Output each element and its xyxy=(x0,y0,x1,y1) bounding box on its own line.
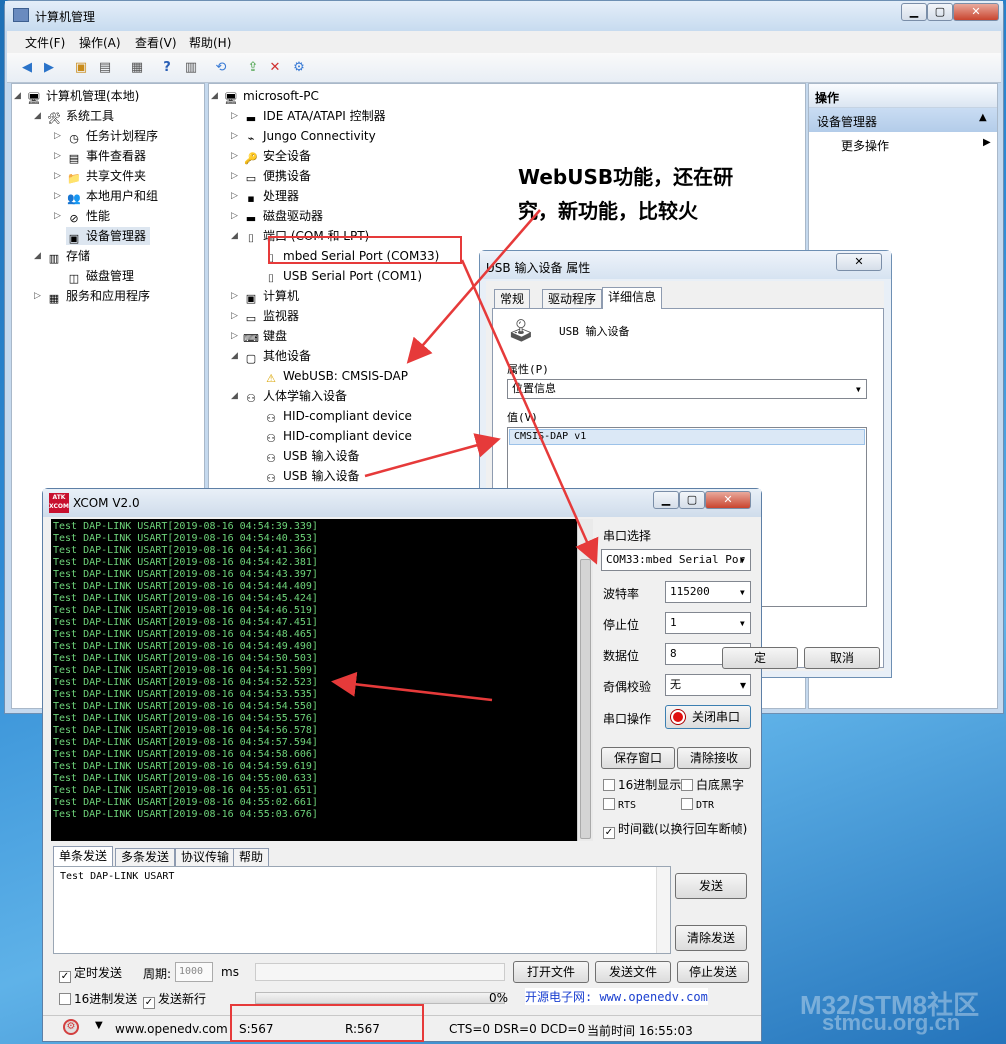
arrow-usb-input-to-value xyxy=(364,433,501,478)
cancel-button[interactable]: 取消 xyxy=(804,647,880,669)
arrow-to-terminal xyxy=(331,671,493,702)
ok-button[interactable]: 定 xyxy=(722,647,798,669)
annotation-arrows xyxy=(331,209,599,702)
arrow-com33-to-port-select xyxy=(460,259,599,565)
arrow-to-webusb xyxy=(406,209,541,364)
tab-details[interactable]: 详细信息 xyxy=(602,287,663,309)
